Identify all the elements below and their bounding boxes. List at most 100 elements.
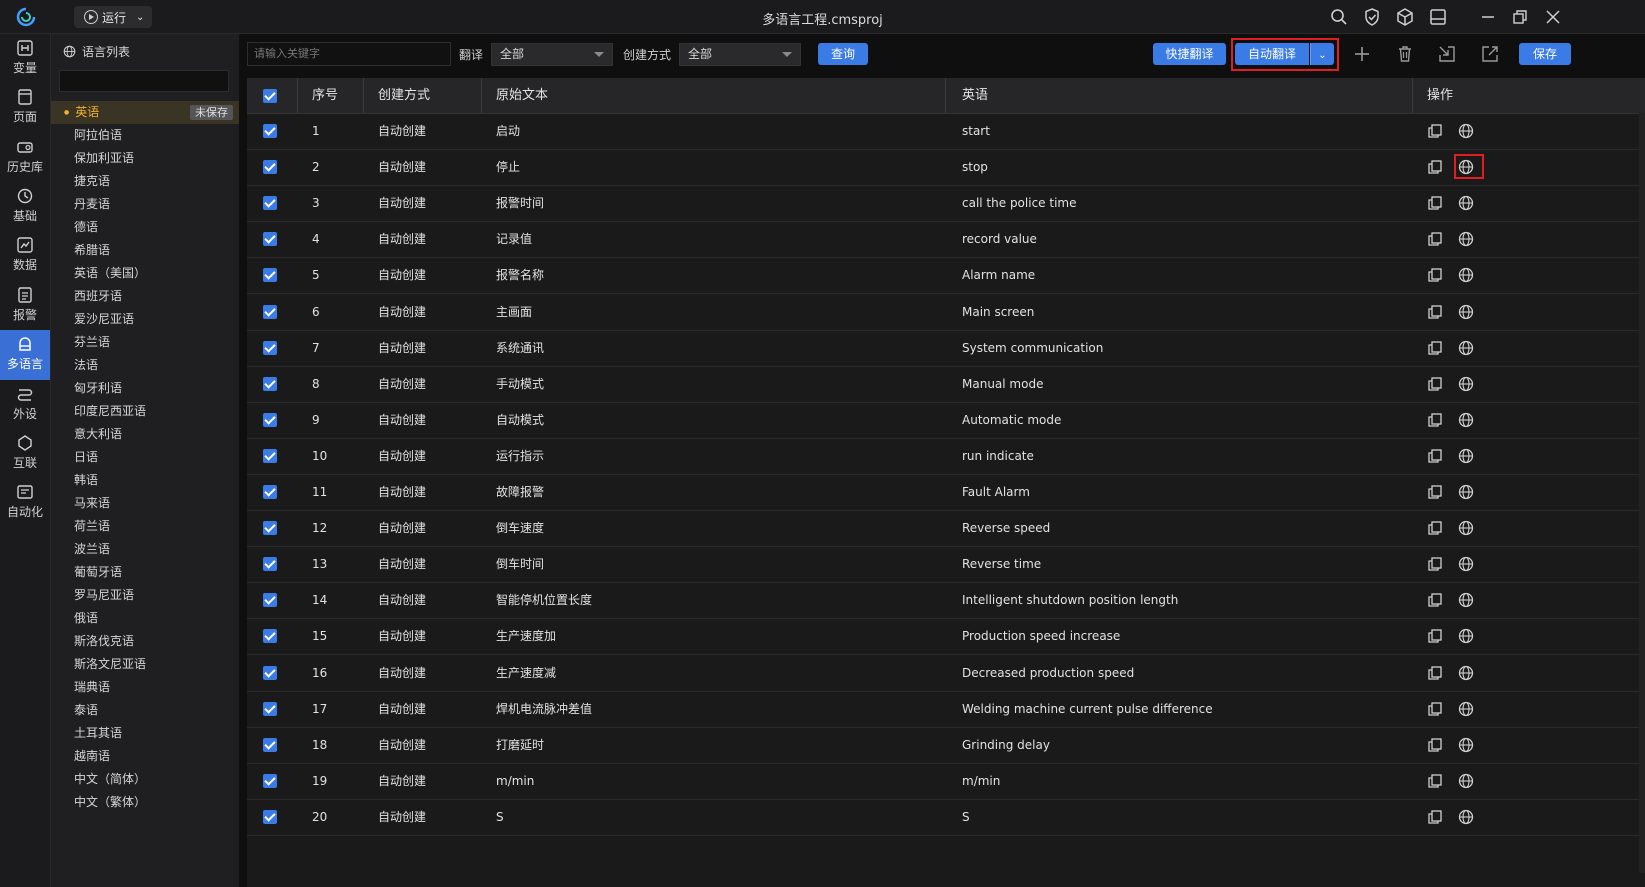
query-button[interactable]: 查询 <box>818 43 868 65</box>
row-english-text[interactable]: System communication <box>962 330 1103 366</box>
row-source-text[interactable]: 停止 <box>496 149 520 185</box>
row-source-text[interactable]: 倒车时间 <box>496 546 544 582</box>
copy-icon[interactable] <box>1427 628 1443 644</box>
row-source-text[interactable]: 手动模式 <box>496 366 544 402</box>
language-item[interactable]: 日语 <box>51 446 239 469</box>
import-icon[interactable] <box>1437 44 1457 64</box>
translate-globe-icon[interactable] <box>1458 448 1474 464</box>
language-item[interactable]: 斯洛文尼亚语 <box>51 653 239 676</box>
row-english-text[interactable]: Fault Alarm <box>962 474 1030 510</box>
language-item[interactable]: 土耳其语 <box>51 722 239 745</box>
copy-icon[interactable] <box>1427 340 1443 356</box>
table-row[interactable]: 11 自动创建 故障报警 Fault Alarm <box>247 474 1645 511</box>
copy-icon[interactable] <box>1427 304 1443 320</box>
row-checkbox[interactable] <box>263 340 277 355</box>
nav-item-interconnect[interactable]: 互联 <box>0 429 50 479</box>
row-english-text[interactable]: Manual mode <box>962 366 1043 402</box>
row-english-text[interactable]: Alarm name <box>962 257 1035 293</box>
copy-icon[interactable] <box>1427 376 1443 392</box>
table-row[interactable]: 19 自动创建 m/min m/min <box>247 763 1645 800</box>
translate-globe-icon[interactable] <box>1458 484 1474 500</box>
language-item[interactable]: 俄语 <box>51 607 239 630</box>
row-checkbox[interactable] <box>263 196 277 211</box>
row-checkbox[interactable] <box>263 412 277 427</box>
search-icon[interactable] <box>1329 7 1349 27</box>
shield-icon[interactable] <box>1362 7 1382 27</box>
language-item[interactable]: 英语 未保存 <box>51 101 239 124</box>
copy-icon[interactable] <box>1427 773 1443 789</box>
table-row[interactable]: 12 自动创建 倒车速度 Reverse speed <box>247 510 1645 548</box>
copy-icon[interactable] <box>1427 809 1443 825</box>
copy-icon[interactable] <box>1427 484 1443 500</box>
row-source-text[interactable]: 打磨延时 <box>496 727 544 763</box>
language-item[interactable]: 希腊语 <box>51 239 239 262</box>
table-row[interactable]: 5 自动创建 报警名称 Alarm name <box>247 257 1645 295</box>
copy-icon[interactable] <box>1427 520 1443 536</box>
translate-globe-icon[interactable] <box>1458 231 1474 247</box>
row-source-text[interactable]: 生产速度减 <box>496 655 556 691</box>
translate-globe-icon[interactable] <box>1458 556 1474 572</box>
save-button[interactable]: 保存 <box>1519 43 1571 65</box>
copy-icon[interactable] <box>1427 195 1443 211</box>
language-item[interactable]: 波兰语 <box>51 538 239 561</box>
quick-translate-button[interactable]: 快捷翻译 <box>1153 43 1226 65</box>
row-checkbox[interactable] <box>263 773 277 788</box>
language-item[interactable]: 罗马尼亚语 <box>51 584 239 607</box>
translate-globe-icon[interactable] <box>1458 123 1474 139</box>
nav-item-peripheral[interactable]: 外设 <box>0 380 50 430</box>
row-english-text[interactable]: call the police time <box>962 185 1076 221</box>
row-checkbox[interactable] <box>263 448 277 463</box>
table-row[interactable]: 1 自动创建 启动 start <box>247 113 1645 150</box>
row-source-text[interactable]: 倒车速度 <box>496 510 544 546</box>
row-checkbox[interactable] <box>263 376 277 391</box>
language-item[interactable]: 丹麦语 <box>51 193 239 216</box>
language-item[interactable]: 匈牙利语 <box>51 377 239 400</box>
table-row[interactable]: 7 自动创建 系统通讯 System communication <box>247 330 1645 367</box>
translate-globe-icon[interactable] <box>1458 809 1474 825</box>
copy-icon[interactable] <box>1427 737 1443 753</box>
copy-icon[interactable] <box>1427 412 1443 428</box>
row-source-text[interactable]: 系统通讯 <box>496 330 544 366</box>
add-icon[interactable] <box>1352 44 1372 64</box>
row-english-text[interactable]: Production speed increase <box>962 618 1120 654</box>
row-english-text[interactable]: m/min <box>962 763 1000 799</box>
language-item[interactable]: 爱沙尼亚语 <box>51 308 239 331</box>
row-checkbox[interactable] <box>263 737 277 752</box>
nav-item-data[interactable]: 数据 <box>0 231 50 281</box>
row-english-text[interactable]: Decreased production speed <box>962 655 1134 691</box>
row-checkbox[interactable] <box>263 665 277 680</box>
language-item[interactable]: 法语 <box>51 354 239 377</box>
language-item[interactable]: 葡萄牙语 <box>51 561 239 584</box>
copy-icon[interactable] <box>1427 665 1443 681</box>
keyword-input[interactable]: 请输入关键字 <box>247 42 451 66</box>
auto-translate-dropdown[interactable]: ⌄ <box>1310 43 1334 65</box>
row-checkbox[interactable] <box>263 232 277 247</box>
create-method-select[interactable]: 全部 <box>679 43 801 66</box>
row-checkbox[interactable] <box>263 160 277 175</box>
table-row[interactable]: 17 自动创建 焊机电流脉冲差值 Welding machine current pu… <box>247 691 1645 728</box>
table-row[interactable]: 16 自动创建 生产速度减 Decreased production speed <box>247 655 1645 692</box>
translate-globe-icon[interactable] <box>1458 520 1474 536</box>
language-item[interactable]: 马来语 <box>51 492 239 515</box>
nav-item-variable[interactable]: 变量 <box>0 34 50 84</box>
table-row[interactable]: 8 自动创建 手动模式 Manual mode <box>247 366 1645 403</box>
table-row[interactable]: 20 自动创建 S S <box>247 799 1645 836</box>
copy-icon[interactable] <box>1427 123 1443 139</box>
panel-layout-icon[interactable] <box>1428 7 1448 27</box>
copy-icon[interactable] <box>1427 556 1443 572</box>
row-checkbox[interactable] <box>263 809 277 824</box>
row-checkbox[interactable] <box>263 593 277 608</box>
language-item[interactable]: 泰语 <box>51 699 239 722</box>
row-english-text[interactable]: Reverse speed <box>962 510 1050 546</box>
auto-translate-button[interactable]: 自动翻译 <box>1235 43 1309 65</box>
translate-globe-icon[interactable] <box>1458 592 1474 608</box>
vertical-scrollbar[interactable] <box>1639 113 1645 873</box>
nav-item-automation[interactable]: 自动化 <box>0 478 50 528</box>
row-english-text[interactable]: Grinding delay <box>962 727 1050 763</box>
row-english-text[interactable]: record value <box>962 221 1037 257</box>
table-row[interactable]: 9 自动创建 自动模式 Automatic mode <box>247 402 1645 439</box>
language-item[interactable]: 印度尼西亚语 <box>51 400 239 423</box>
language-item[interactable]: 越南语 <box>51 745 239 768</box>
row-checkbox[interactable] <box>263 557 277 572</box>
language-item[interactable]: 阿拉伯语 <box>51 124 239 147</box>
